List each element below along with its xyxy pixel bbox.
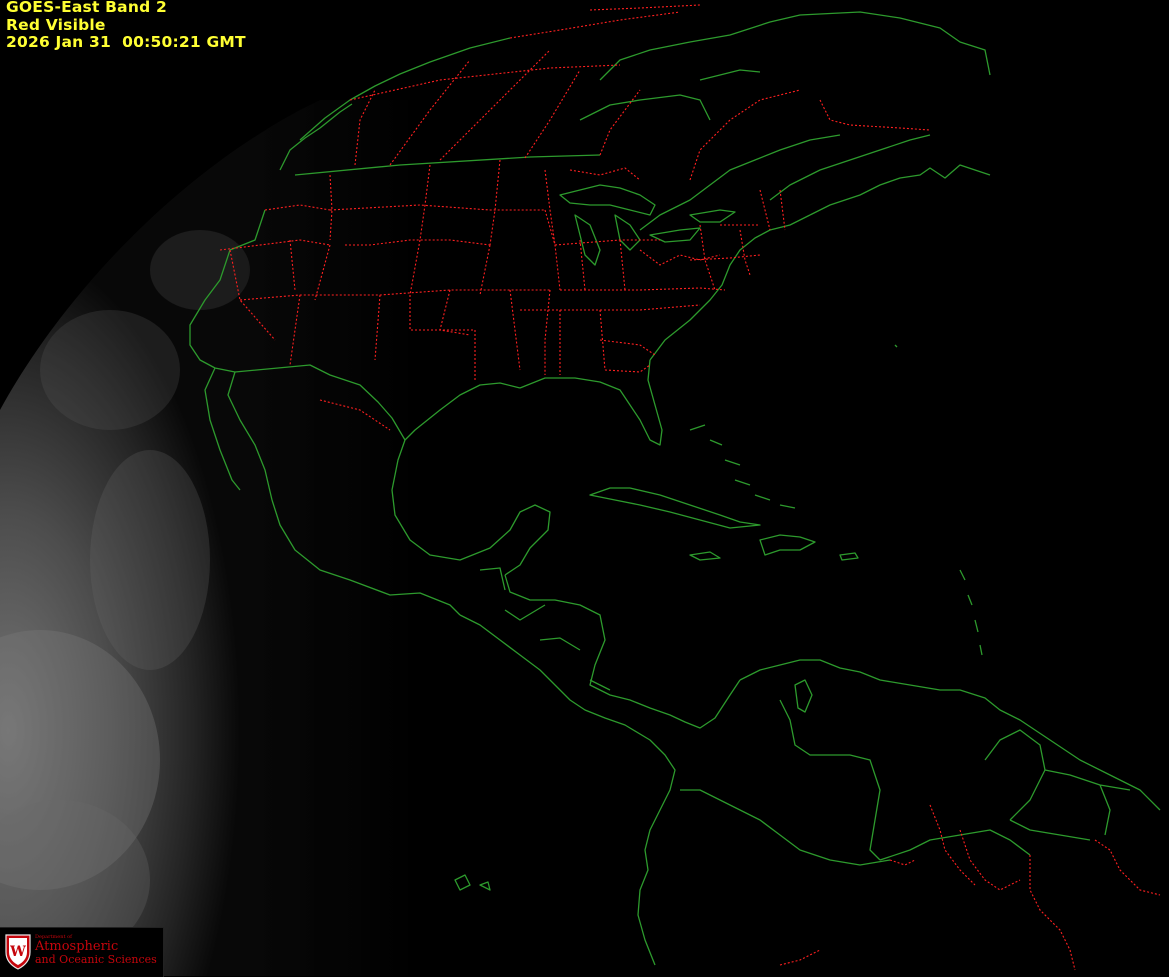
product-title: GOES-East Band 2: [6, 0, 167, 16]
daylight-clouds: [0, 100, 420, 976]
earth-disk: [0, 0, 1169, 976]
satellite-map: [0, 0, 1169, 976]
timestamp: 2026 Jan 31 00:50:21 GMT: [6, 33, 246, 51]
aos-logo: W Department of Atmospheric and Oceanic …: [0, 927, 164, 977]
logo-line2: and Oceanic Sciences: [35, 953, 157, 966]
uw-crest-icon: W: [5, 934, 31, 970]
logo-line1: Atmospheric: [35, 939, 119, 954]
svg-text:W: W: [9, 944, 26, 960]
band-name: Red Visible: [6, 15, 106, 34]
image-caption: GOES-East Band 2 Red Visible 2026 Jan 31…: [6, 0, 246, 52]
